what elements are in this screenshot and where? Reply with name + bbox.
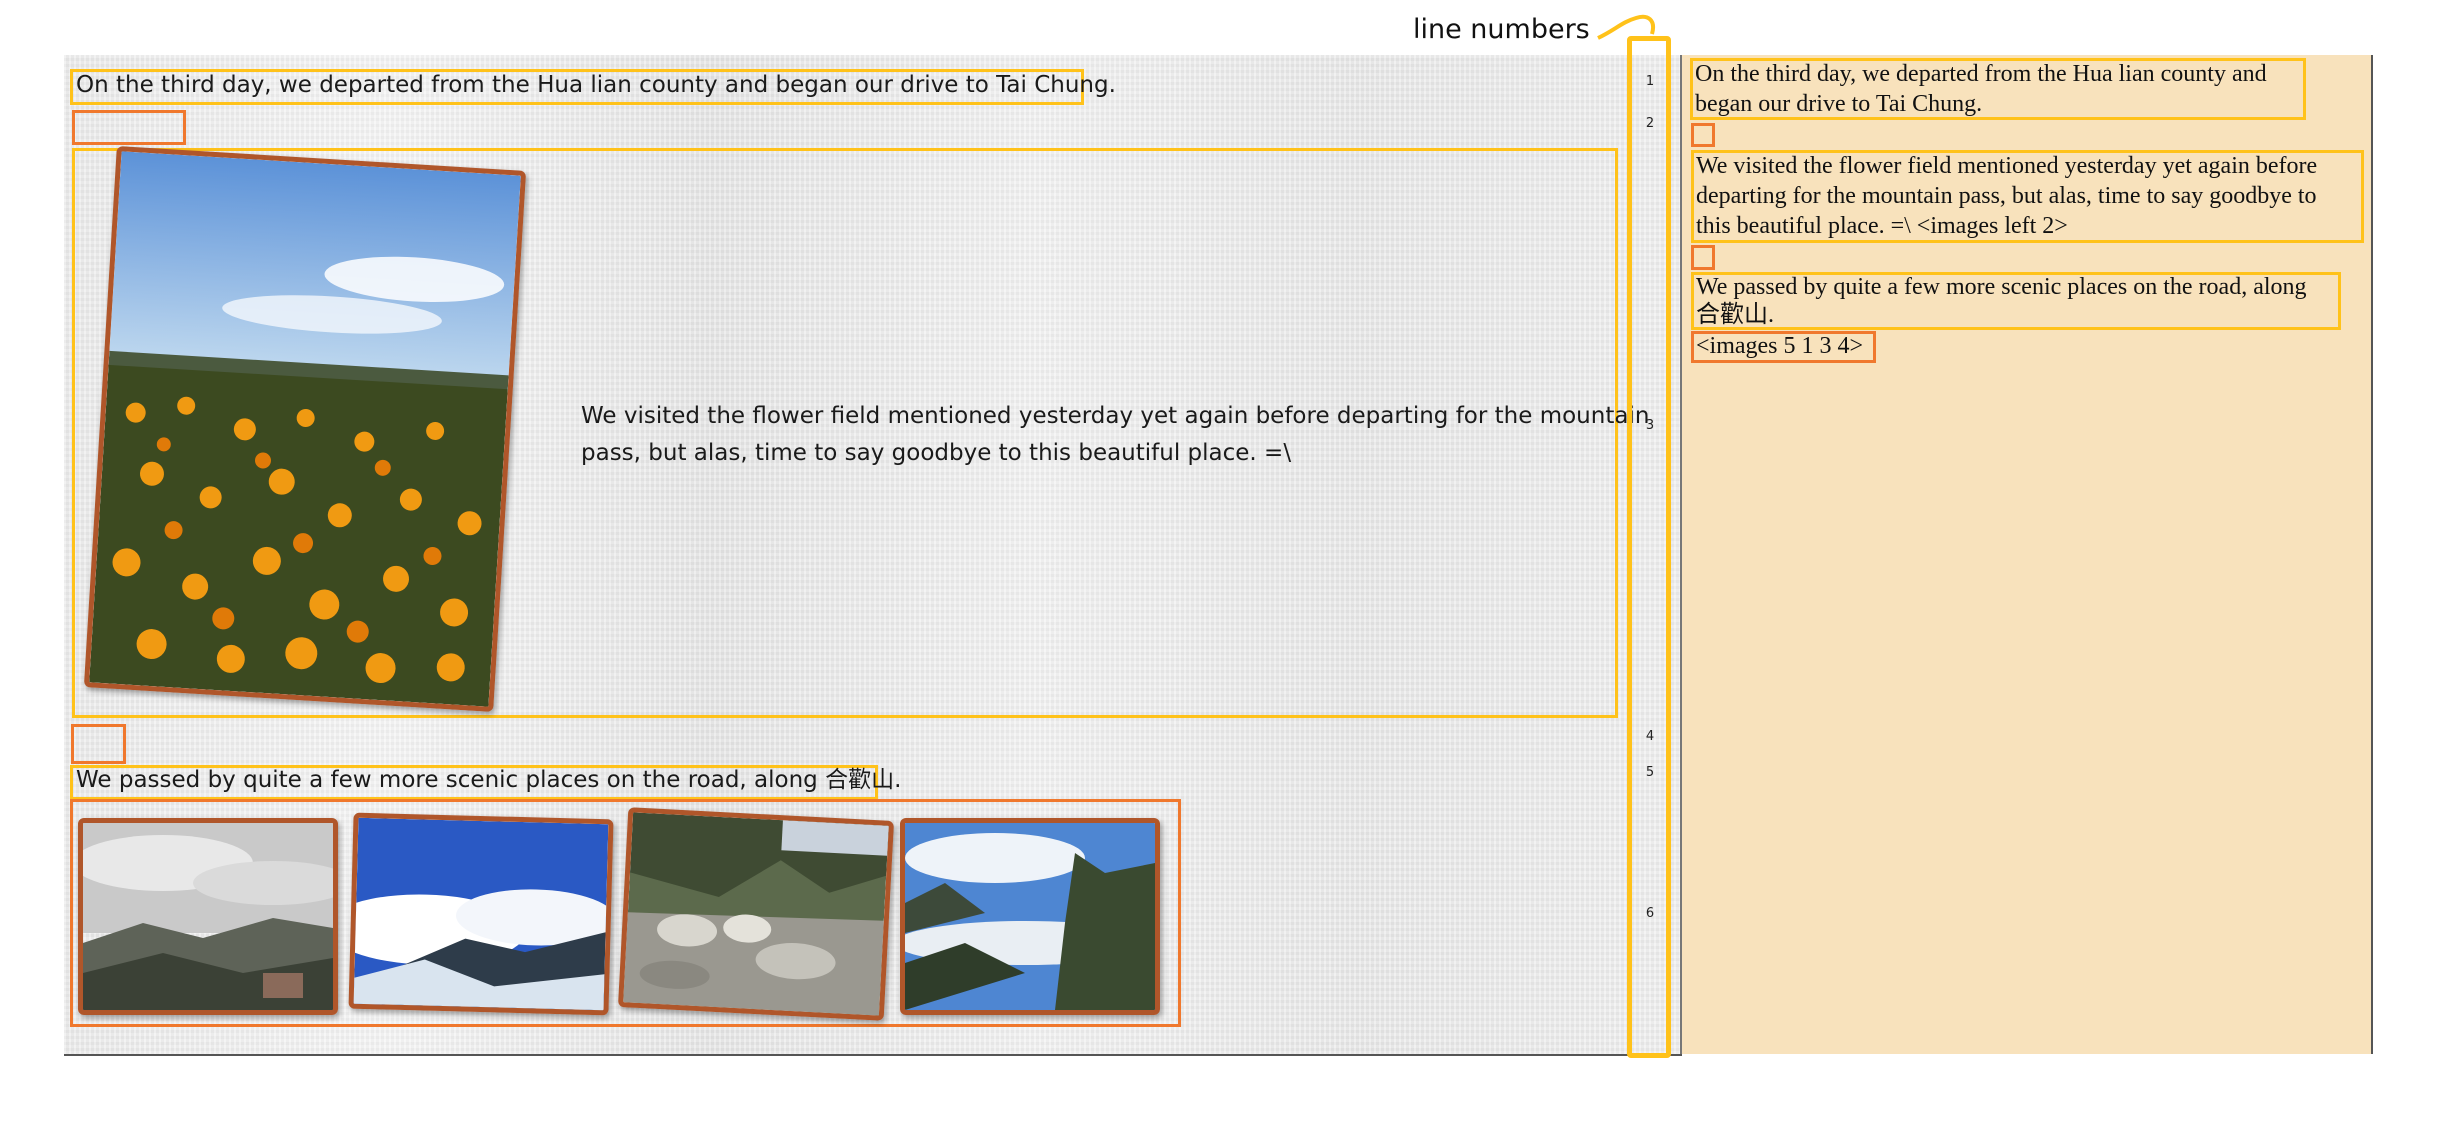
source-line-5-text-a: We passed by quite a few more scenic pla… bbox=[1696, 274, 2307, 300]
source-line-3-text-c: this beautiful place. =\ <images left 2> bbox=[1696, 213, 2068, 239]
line-number-strip bbox=[1627, 36, 1671, 1058]
cloudy-mountain-photo bbox=[78, 818, 338, 1015]
line-number-2: 2 bbox=[1645, 116, 1655, 131]
line-5-text: We passed by quite a few more scenic pla… bbox=[76, 767, 902, 793]
source-line-1-text-b: began our drive to Tai Chung. bbox=[1695, 91, 1983, 117]
line-4-empty-box bbox=[71, 724, 126, 764]
sea-of-clouds-photo bbox=[348, 812, 614, 1016]
line-3-text-b: pass, but alas, time to say goodbye to t… bbox=[581, 440, 1292, 466]
source-line-3-text-b: departing for the mountain pass, but ala… bbox=[1696, 183, 2317, 209]
flower-field-photo bbox=[83, 145, 527, 713]
source-line-5-text-b: 合歡山. bbox=[1696, 302, 1774, 328]
line-number-4: 4 bbox=[1645, 729, 1655, 744]
line-numbers-callout-label: line numbers bbox=[1413, 14, 1590, 45]
source-line-1-text-a: On the third day, we departed from the H… bbox=[1695, 61, 2267, 87]
cloud-valley-photo bbox=[900, 818, 1160, 1015]
line-2-empty-box bbox=[72, 110, 186, 145]
line-number-5: 5 bbox=[1645, 765, 1655, 780]
source-line-3-text-a: We visited the flower field mentioned ye… bbox=[1696, 153, 2318, 179]
source-line-4-empty-box bbox=[1691, 245, 1715, 270]
rocky-river-photo bbox=[617, 807, 895, 1021]
line-number-3: 3 bbox=[1645, 418, 1655, 433]
line-3-text-a: We visited the flower field mentioned ye… bbox=[581, 403, 1650, 429]
source-line-6-text: <images 5 1 3 4> bbox=[1696, 333, 1864, 359]
source-line-2-empty-box bbox=[1691, 123, 1715, 147]
line-number-1: 1 bbox=[1645, 74, 1655, 89]
line-number-6: 6 bbox=[1645, 906, 1655, 921]
line-1-text: On the third day, we departed from the H… bbox=[76, 72, 1116, 98]
